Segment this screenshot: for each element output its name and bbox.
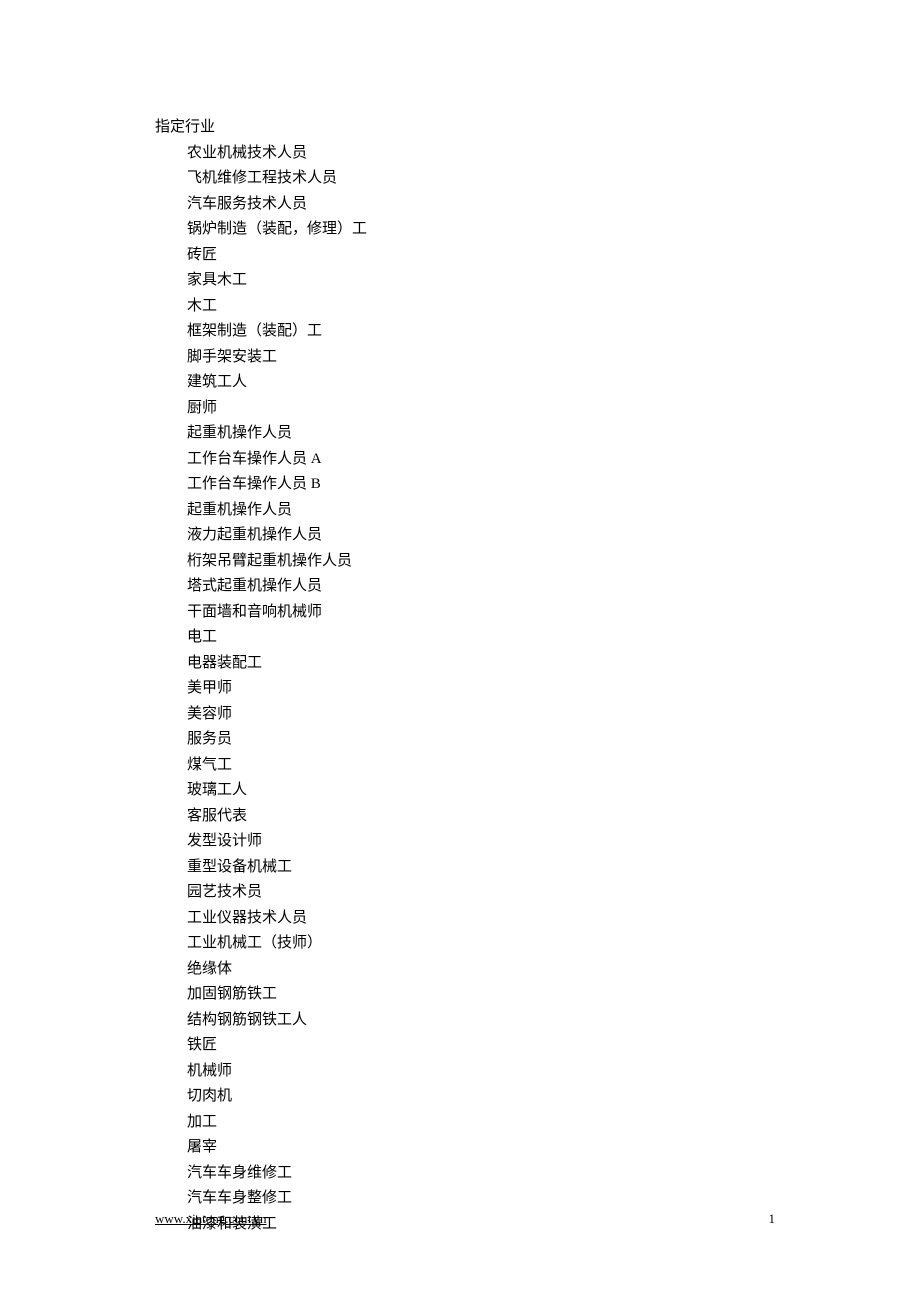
list-item: 客服代表 — [187, 804, 775, 830]
list-item: 电器装配工 — [187, 651, 775, 677]
list-item: 玻璃工人 — [187, 778, 775, 804]
list-item: 美容师 — [187, 702, 775, 728]
page-footer: www.xintong.com.cn 1 — [155, 1211, 775, 1227]
industry-list: 农业机械技术人员飞机维修工程技术人员汽车服务技术人员锅炉制造（装配，修理）工砖匠… — [155, 141, 775, 1238]
list-item: 起重机操作人员 — [187, 421, 775, 447]
list-item: 绝缘体 — [187, 957, 775, 983]
list-item: 机械师 — [187, 1059, 775, 1085]
list-item: 锅炉制造（装配，修理）工 — [187, 217, 775, 243]
list-item: 园艺技术员 — [187, 880, 775, 906]
list-item: 重型设备机械工 — [187, 855, 775, 881]
list-item: 结构钢筋钢铁工人 — [187, 1008, 775, 1034]
list-item: 汽车车身整修工 — [187, 1186, 775, 1212]
list-item: 煤气工 — [187, 753, 775, 779]
list-item: 飞机维修工程技术人员 — [187, 166, 775, 192]
list-item: 木工 — [187, 294, 775, 320]
list-item: 农业机械技术人员 — [187, 141, 775, 167]
list-item: 服务员 — [187, 727, 775, 753]
list-item: 工业机械工（技师） — [187, 931, 775, 957]
list-item: 铁匠 — [187, 1033, 775, 1059]
list-item: 加工 — [187, 1110, 775, 1136]
list-item: 脚手架安装工 — [187, 345, 775, 371]
list-item: 电工 — [187, 625, 775, 651]
list-item: 屠宰 — [187, 1135, 775, 1161]
list-item: 工业仪器技术人员 — [187, 906, 775, 932]
list-item: 塔式起重机操作人员 — [187, 574, 775, 600]
list-item: 家具木工 — [187, 268, 775, 294]
list-item: 起重机操作人员 — [187, 498, 775, 524]
list-item: 工作台车操作人员 A — [187, 447, 775, 473]
list-item: 砖匠 — [187, 243, 775, 269]
list-item: 汽车车身维修工 — [187, 1161, 775, 1187]
list-item: 切肉机 — [187, 1084, 775, 1110]
list-item: 桁架吊臂起重机操作人员 — [187, 549, 775, 575]
list-item: 液力起重机操作人员 — [187, 523, 775, 549]
list-item: 厨师 — [187, 396, 775, 422]
page-number: 1 — [769, 1211, 776, 1227]
list-item: 美甲师 — [187, 676, 775, 702]
list-item: 工作台车操作人员 B — [187, 472, 775, 498]
list-item: 干面墙和音响机械师 — [187, 600, 775, 626]
footer-link[interactable]: www.xintong.com.cn — [155, 1211, 266, 1227]
document-page: 指定行业 农业机械技术人员飞机维修工程技术人员汽车服务技术人员锅炉制造（装配，修… — [0, 0, 920, 1237]
list-item: 发型设计师 — [187, 829, 775, 855]
section-heading: 指定行业 — [155, 115, 775, 141]
list-item: 建筑工人 — [187, 370, 775, 396]
list-item: 汽车服务技术人员 — [187, 192, 775, 218]
list-item: 框架制造（装配）工 — [187, 319, 775, 345]
list-item: 加固钢筋铁工 — [187, 982, 775, 1008]
